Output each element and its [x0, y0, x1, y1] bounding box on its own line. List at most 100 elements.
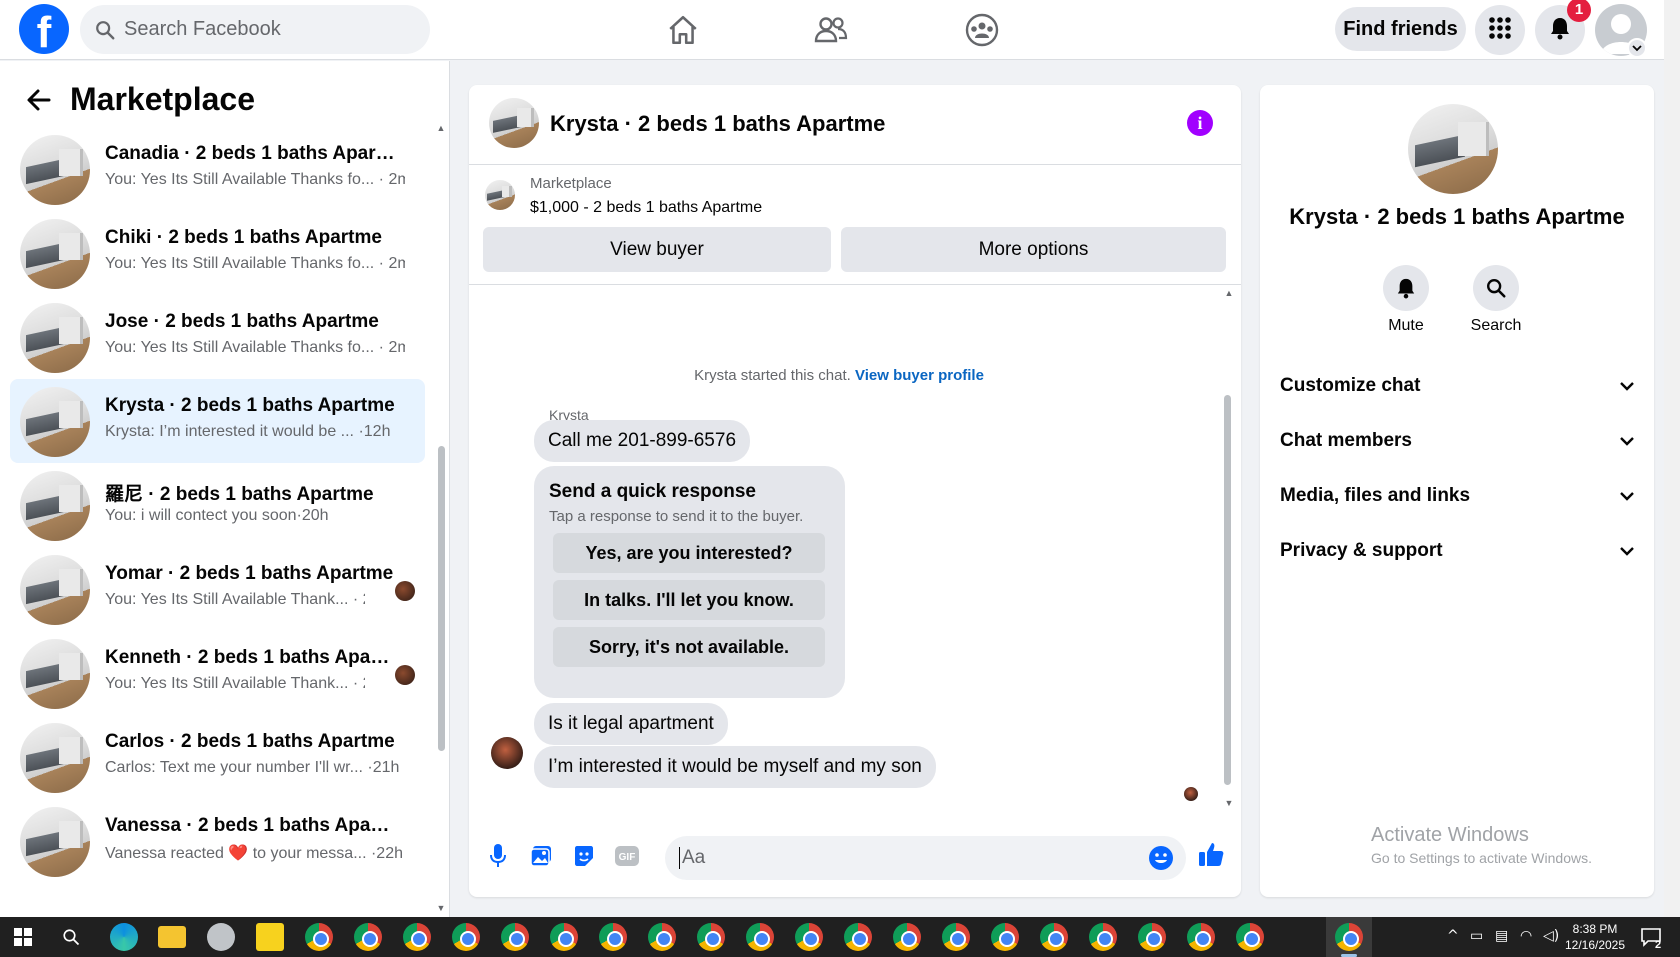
sticky-notes-icon[interactable]: [256, 923, 284, 951]
microphone-icon[interactable]: [484, 842, 512, 870]
wifi-icon[interactable]: ◠: [1520, 928, 1532, 944]
conversation-preview: Carlos: Text me your number I'll wr... ·…: [105, 759, 400, 776]
volume-icon[interactable]: ◁): [1543, 928, 1559, 944]
chrome-icon[interactable]: [1236, 923, 1264, 951]
menu-grid-button[interactable]: [1475, 5, 1525, 55]
conversation-item[interactable]: Vanessa · 2 beds 1 baths Apartme Vanessa…: [10, 799, 425, 883]
chevron-down-icon: [1619, 375, 1635, 397]
emoji-icon[interactable]: [1148, 845, 1174, 876]
info-title: Krysta · 2 beds 1 baths Apartme: [1289, 204, 1625, 229]
sticker-icon[interactable]: [570, 842, 598, 870]
quick-response-option[interactable]: Yes, are you interested?: [553, 533, 825, 573]
friends-icon[interactable]: [811, 10, 851, 50]
find-friends-button[interactable]: Find friends: [1335, 7, 1466, 51]
chevron-down-icon[interactable]: [1627, 38, 1647, 58]
scroll-down-arrow[interactable]: ▼: [436, 903, 446, 913]
network-icon[interactable]: ▤: [1495, 928, 1508, 944]
view-buyer-button[interactable]: View buyer: [483, 227, 831, 272]
quick-response-option[interactable]: In talks. I'll let you know.: [553, 580, 825, 620]
back-arrow-icon[interactable]: [26, 87, 56, 117]
message-input-box[interactable]: [665, 836, 1186, 880]
conversation-item[interactable]: Chiki · 2 beds 1 baths Apartme You: Yes …: [10, 211, 425, 295]
conversation-item-active[interactable]: Krysta · 2 beds 1 baths Apartme Krysta: …: [10, 379, 425, 463]
chrome-icon[interactable]: [305, 923, 333, 951]
listing-thumbnail[interactable]: [1408, 104, 1498, 194]
gif-icon[interactable]: GIF: [613, 842, 641, 870]
bell-icon: [1549, 16, 1571, 45]
chrome-icon[interactable]: [1040, 923, 1068, 951]
file-explorer-icon[interactable]: [158, 926, 186, 948]
more-options-button[interactable]: More options: [841, 227, 1226, 272]
chrome-icon[interactable]: [795, 923, 823, 951]
listing-thumbnail: [20, 135, 90, 205]
chrome-icon[interactable]: [550, 923, 578, 951]
media-files-links-row[interactable]: Media, files and links: [1280, 476, 1635, 516]
scroll-up-arrow[interactable]: ▲: [1224, 288, 1234, 298]
taskbar-search-icon[interactable]: [62, 928, 80, 951]
chrome-icon[interactable]: [452, 923, 480, 951]
clock[interactable]: 8:38 PM 12/16/2025: [1560, 921, 1630, 953]
privacy-support-row[interactable]: Privacy & support: [1280, 531, 1635, 571]
conversation-preview: Krysta: I’m interested it would be ... ·…: [105, 423, 391, 440]
conversation-item[interactable]: Yomar · 2 beds 1 baths Apartme You: Yes …: [10, 547, 425, 631]
conversation-info-panel: Krysta · 2 beds 1 baths Apartme Mute Sea…: [1260, 85, 1654, 897]
message-input[interactable]: [679, 847, 1119, 869]
info-icon[interactable]: i: [1187, 110, 1213, 136]
conversation-name: Carlos · 2 beds 1 baths Apartme: [105, 731, 395, 752]
chrome-icon[interactable]: [991, 923, 1019, 951]
scroll-up-arrow[interactable]: ▲: [436, 123, 446, 133]
chrome-icon-active[interactable]: [1335, 923, 1363, 951]
windows-start-icon[interactable]: [14, 928, 32, 951]
listing-thumbnail[interactable]: [489, 98, 539, 148]
windows-taskbar: ^ ▭ ▤ ◠ ◁) 8:38 PM 12/16/2025 2: [0, 917, 1680, 957]
thumbs-up-icon[interactable]: [1197, 840, 1225, 868]
chrome-icon[interactable]: [1138, 923, 1166, 951]
sidebar-scrollbar-thumb[interactable]: [438, 446, 445, 751]
listing-label: Marketplace: [530, 175, 612, 192]
chrome-icon[interactable]: [697, 923, 725, 951]
conversation-item[interactable]: Jose · 2 beds 1 baths Apartme You: Yes I…: [10, 295, 425, 379]
search-input[interactable]: [124, 5, 414, 54]
conversation-item[interactable]: Canadia · 2 beds 1 baths Apartme You: Ye…: [10, 127, 425, 211]
scroll-down-arrow[interactable]: ▼: [1224, 798, 1234, 808]
chrome-icon[interactable]: [599, 923, 627, 951]
section-label: Customize chat: [1280, 375, 1421, 396]
mute-button[interactable]: Mute: [1376, 265, 1436, 335]
search-in-chat-button[interactable]: Search: [1466, 265, 1526, 335]
conversation-item[interactable]: 羅尼 · 2 beds 1 baths Apartme You: i will …: [10, 463, 425, 547]
chrome-icon[interactable]: [893, 923, 921, 951]
chevron-up-icon[interactable]: ^: [1447, 928, 1459, 944]
photo-icon[interactable]: [527, 842, 555, 870]
chrome-icon[interactable]: [354, 923, 382, 951]
section-label: Chat members: [1280, 430, 1412, 451]
chrome-icon[interactable]: [1089, 923, 1117, 951]
quick-response-option[interactable]: Sorry, it's not available.: [553, 627, 825, 667]
chat-members-row[interactable]: Chat members: [1280, 421, 1635, 461]
home-icon[interactable]: [663, 10, 703, 50]
chrome-icon[interactable]: [844, 923, 872, 951]
edge-icon[interactable]: [110, 923, 138, 951]
buyer-avatar[interactable]: [491, 737, 523, 769]
chrome-icon[interactable]: [1187, 923, 1215, 951]
page-scrollbar[interactable]: [1664, 0, 1680, 917]
conversation-item[interactable]: Carlos · 2 beds 1 baths Apartme Carlos: …: [10, 715, 425, 799]
conversation-item[interactable]: Kenneth · 2 beds 1 baths Apart... You: Y…: [10, 631, 425, 715]
chrome-icon[interactable]: [403, 923, 431, 951]
app-icon[interactable]: [207, 923, 235, 951]
view-buyer-profile-link[interactable]: View buyer profile: [855, 367, 984, 384]
facebook-logo[interactable]: f: [19, 4, 69, 54]
chat-started-notice: Krysta started this chat. View buyer pro…: [469, 367, 1209, 384]
search-box[interactable]: [80, 5, 430, 54]
chat-scrollbar-thumb[interactable]: [1224, 395, 1231, 785]
tray-icon[interactable]: ▭: [1470, 928, 1483, 944]
groups-icon[interactable]: [962, 10, 1002, 50]
chrome-icon[interactable]: [746, 923, 774, 951]
quick-response-subtitle: Tap a response to send it to the buyer.: [549, 508, 804, 525]
chat-title[interactable]: Krysta · 2 beds 1 baths Apartme: [550, 111, 885, 137]
customize-chat-row[interactable]: Customize chat: [1280, 366, 1635, 406]
listing-price: $1,000 - 2 beds 1 baths Apartme: [530, 199, 763, 216]
chrome-icon[interactable]: [501, 923, 529, 951]
chrome-icon[interactable]: [942, 923, 970, 951]
notification-center-count: 2: [1655, 939, 1662, 951]
chrome-icon[interactable]: [648, 923, 676, 951]
